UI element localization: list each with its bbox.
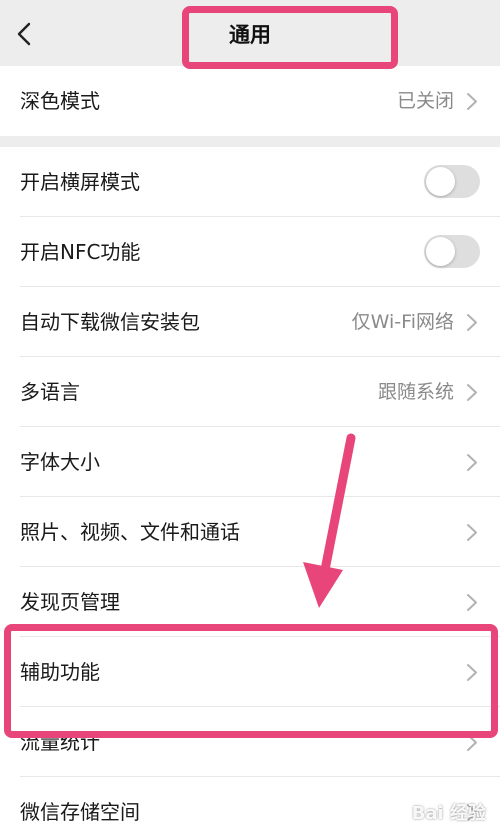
settings-item-landscape: 开启横屏模式 xyxy=(0,147,500,217)
settings-item-value: 跟随系统 xyxy=(377,381,454,403)
settings-item-traffic[interactable]: 流量统计 xyxy=(0,707,500,777)
chevron-right-icon xyxy=(467,314,477,331)
settings-item-label: 开启NFC功能 xyxy=(20,240,141,264)
settings-item-nfc: 开启NFC功能 xyxy=(0,217,500,287)
chevron-right-icon xyxy=(467,524,477,541)
landscape-toggle[interactable] xyxy=(424,165,480,198)
settings-item-language[interactable]: 多语言 跟随系统 xyxy=(0,357,500,427)
toggle-knob xyxy=(426,167,455,196)
settings-item-label: 微信存储空间 xyxy=(20,800,140,824)
chevron-right-icon xyxy=(467,594,477,611)
chevron-right-icon xyxy=(467,454,477,471)
chevron-right-icon xyxy=(467,734,477,751)
settings-item-label: 发现页管理 xyxy=(20,590,120,614)
settings-item-label: 流量统计 xyxy=(20,730,100,754)
settings-item-label: 辅助功能 xyxy=(20,660,100,684)
navbar: 通用 xyxy=(0,0,500,66)
settings-item-dark-mode[interactable]: 深色模式 已关闭 xyxy=(0,66,500,136)
chevron-right-icon xyxy=(467,664,477,681)
chevron-right-icon xyxy=(467,384,477,401)
settings-item-label: 字体大小 xyxy=(20,450,100,474)
screen: 通用 深色模式 已关闭 开启横屏模式 开启NFC功能 自动下载微信安装包 仅Wi… xyxy=(0,0,500,839)
settings-item-label: 照片、视频、文件和通话 xyxy=(20,520,240,544)
settings-item-label: 多语言 xyxy=(20,380,80,404)
settings-item-auto-download[interactable]: 自动下载微信安装包 仅Wi-Fi网络 xyxy=(0,287,500,357)
settings-item-value: 仅Wi-Fi网络 xyxy=(351,311,454,333)
nfc-toggle[interactable] xyxy=(424,235,480,268)
settings-item-label: 自动下载微信安装包 xyxy=(20,310,200,334)
chevron-right-icon xyxy=(467,93,477,110)
settings-item-discover[interactable]: 发现页管理 xyxy=(0,567,500,637)
settings-item-accessibility[interactable]: 辅助功能 xyxy=(0,637,500,707)
toggle-knob xyxy=(426,237,455,266)
settings-item-value: 已关闭 xyxy=(396,90,454,112)
settings-item-font-size[interactable]: 字体大小 xyxy=(0,427,500,497)
settings-item-label: 开启横屏模式 xyxy=(20,170,140,194)
settings-item-label: 深色模式 xyxy=(20,89,100,113)
watermark: Bai 经验 xyxy=(411,803,486,824)
page-title: 通用 xyxy=(229,23,271,47)
settings-item-media[interactable]: 照片、视频、文件和通话 xyxy=(0,497,500,567)
